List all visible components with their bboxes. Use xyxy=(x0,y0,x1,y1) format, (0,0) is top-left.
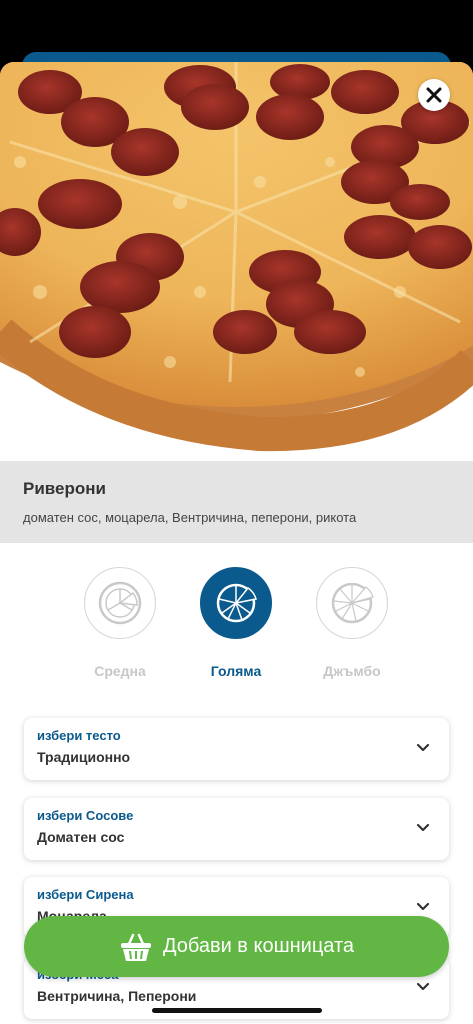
add-to-cart-button[interactable]: Добави в кошницата xyxy=(24,916,449,977)
close-button[interactable] xyxy=(418,79,450,111)
chevron-down-icon xyxy=(416,743,430,752)
cheese-select-title: избери Сирена xyxy=(37,887,134,902)
sauce-select-value: Доматен сос xyxy=(37,829,125,845)
dough-select-value: Традиционно xyxy=(37,749,131,765)
pizza-image xyxy=(0,62,473,462)
product-modal: Риверони доматен сос, моцарела, Вентричи… xyxy=(0,62,473,1024)
add-to-cart-label: Добави в кошницата xyxy=(162,935,355,957)
size-label-medium: Средна xyxy=(94,663,146,679)
product-info: Риверони доматен сос, моцарела, Вентричи… xyxy=(0,461,473,543)
sauce-select-title: избери Сосове xyxy=(37,808,134,823)
size-label-jumbo: Джъмбо xyxy=(323,663,381,679)
close-icon xyxy=(426,87,442,103)
dough-select-title: избери тесто xyxy=(37,728,121,743)
chevron-down-icon xyxy=(416,902,430,911)
sauce-select[interactable]: избери Сосове Доматен сос xyxy=(24,798,449,860)
product-name: Риверони xyxy=(23,479,106,498)
basket-icon xyxy=(120,933,151,961)
product-ingredients: доматен сос, моцарела, Вентричина, пепер… xyxy=(23,510,357,525)
pizza-medium-icon xyxy=(84,567,156,639)
chevron-down-icon xyxy=(416,823,430,832)
size-selector: Средна Голяма Джъмбо xyxy=(0,567,473,687)
pizza-jumbo-icon xyxy=(316,567,388,639)
home-indicator[interactable] xyxy=(152,1008,322,1013)
dough-select[interactable]: избери тесто Традиционно xyxy=(24,718,449,780)
meat-select-value: Вентричина, Пеперони xyxy=(37,988,197,1004)
size-label-large: Голяма xyxy=(210,663,262,679)
chevron-down-icon xyxy=(416,982,430,991)
size-option-jumbo[interactable]: Джъмбо xyxy=(302,567,402,679)
pizza-large-icon xyxy=(200,567,272,639)
size-option-large[interactable]: Голяма xyxy=(186,567,286,679)
size-option-medium[interactable]: Средна xyxy=(70,567,170,679)
